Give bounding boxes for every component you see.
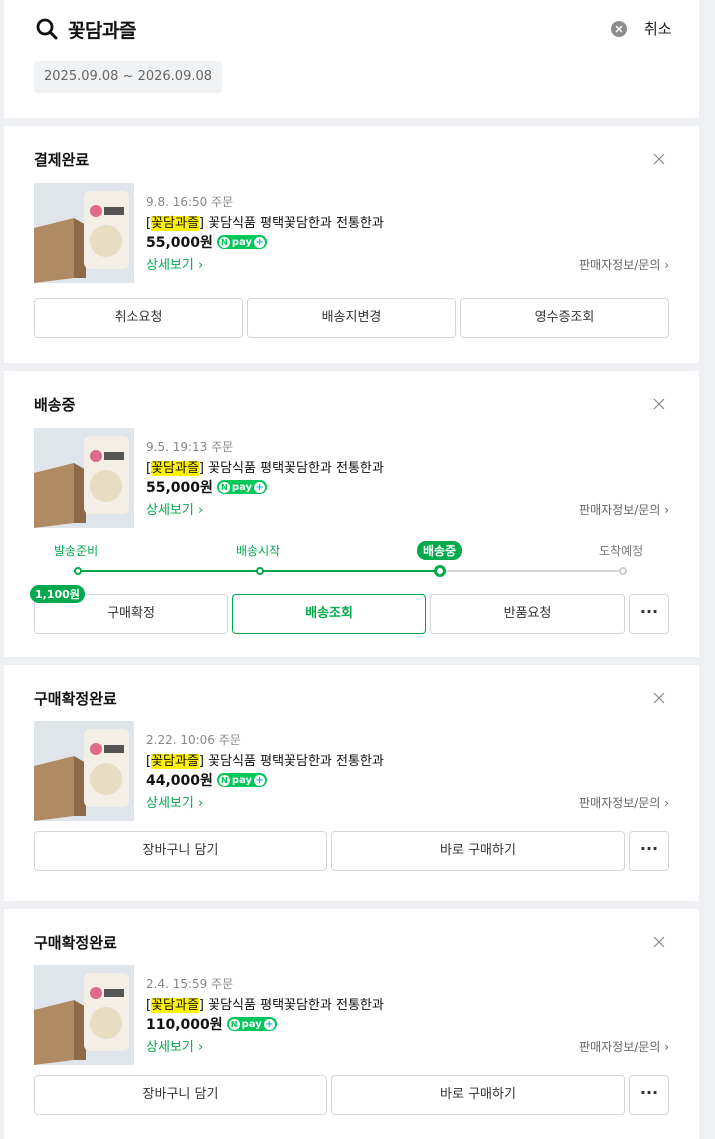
track-delivery-button[interactable]: 배송조회 xyxy=(232,594,426,634)
add-to-cart-button[interactable]: 장바구니 담기 xyxy=(34,1075,327,1115)
progress-step-ready: 발송준비 xyxy=(54,544,99,558)
buy-now-button[interactable]: 바로 구매하기 xyxy=(331,831,625,871)
seller-info-link[interactable]: 판매자정보/문의 › xyxy=(579,1038,669,1055)
seller-info-link[interactable]: 판매자정보/문의 › xyxy=(579,501,669,518)
buy-now-button[interactable]: 바로 구매하기 xyxy=(331,1075,625,1115)
add-to-cart-button[interactable]: 장바구니 담기 xyxy=(34,831,327,871)
order-status: 결제완료 xyxy=(34,151,90,169)
more-options-button[interactable]: ··· xyxy=(629,831,669,871)
price-value: 55,000원 xyxy=(146,235,213,251)
product-title[interactable]: [꽃담과즐] 꽃담식품 평택꽃담한과 전통한과 xyxy=(146,750,384,769)
progress-dot-started xyxy=(256,567,264,575)
npay-n-icon: N xyxy=(228,1018,240,1030)
npay-text: pay xyxy=(241,1018,262,1030)
receipt-button[interactable]: 영수증조회 xyxy=(460,298,669,338)
progress-step-arrival: 도착예정 xyxy=(599,544,644,558)
detail-link[interactable]: 상세보기 › xyxy=(146,254,203,273)
order-status: 구매확정완료 xyxy=(34,934,117,952)
npay-plus-icon: + xyxy=(254,774,266,786)
close-icon[interactable] xyxy=(653,692,665,704)
search-header: 꽃담과즐 취소 2025.09.08 ~ 2026.09.08 xyxy=(4,0,699,118)
close-icon[interactable] xyxy=(653,936,665,948)
cancel-request-button[interactable]: 취소요청 xyxy=(34,298,243,338)
detail-link[interactable]: 상세보기 › xyxy=(146,792,203,811)
detail-link[interactable]: 상세보기 › xyxy=(146,1036,203,1055)
order-card: 구매확정완료 2.22. 10:06 주문 [꽃담과즐] 꽃담식품 평택꽃담한과… xyxy=(4,665,699,901)
product-price: 110,000원 Npay + xyxy=(146,1014,277,1034)
seller-info-link[interactable]: 판매자정보/문의 › xyxy=(579,256,669,273)
brand-highlight: 꽃담과즐 xyxy=(151,998,199,1013)
search-query[interactable]: 꽃담과즐 xyxy=(68,16,136,43)
product-name: 꽃담식품 평택꽃담한과 전통한과 xyxy=(204,461,384,476)
close-icon[interactable] xyxy=(653,153,665,165)
progress-step-started: 배송시작 xyxy=(236,544,281,558)
progress-dot-ready xyxy=(74,567,82,575)
npay-badge: Npay + xyxy=(216,480,268,494)
date-range-filter[interactable]: 2025.09.08 ~ 2026.09.08 xyxy=(34,61,223,93)
more-options-button[interactable]: ··· xyxy=(629,594,669,634)
npay-text: pay xyxy=(231,774,253,786)
product-name: 꽃담식품 평택꽃담한과 전통한과 xyxy=(204,754,384,769)
order-card: 구매확정완료 2.4. 15:59 주문 [꽃담과즐] 꽃담식품 평택꽃담한과 … xyxy=(4,909,699,1139)
order-time: 9.5. 19:13 주문 xyxy=(146,440,234,454)
brand-highlight: 꽃담과즐 xyxy=(151,461,199,476)
order-card: 결제완료 9.8. 16:50 주문 [꽃담과즐] 꽃담식품 평택꽃담한과 전통… xyxy=(4,126,699,363)
reward-badge: 1,100원 xyxy=(30,585,85,603)
brand-highlight: 꽃담과즐 xyxy=(151,754,199,769)
product-thumbnail[interactable] xyxy=(34,428,134,528)
clear-icon[interactable] xyxy=(611,21,627,37)
progress-step-current: 배송중 xyxy=(417,541,463,560)
progress-track-remaining xyxy=(440,570,623,572)
product-price: 44,000원 Npay + xyxy=(146,770,268,790)
search-icon[interactable] xyxy=(35,17,59,41)
npay-badge: Npay + xyxy=(216,235,268,249)
order-time: 2.22. 10:06 주문 xyxy=(146,733,241,747)
price-value: 110,000원 xyxy=(146,1017,223,1033)
npay-n-icon: N xyxy=(218,481,230,493)
price-value: 44,000원 xyxy=(146,773,213,789)
product-thumbnail[interactable] xyxy=(34,183,134,283)
detail-link[interactable]: 상세보기 › xyxy=(146,499,203,518)
change-address-button[interactable]: 배송지변경 xyxy=(247,298,456,338)
npay-n-icon: N xyxy=(218,774,230,786)
order-status: 배송중 xyxy=(34,396,76,414)
npay-text: pay xyxy=(231,236,253,248)
product-name: 꽃담식품 평택꽃담한과 전통한과 xyxy=(204,216,384,231)
product-price: 55,000원 Npay + xyxy=(146,232,268,252)
product-price: 55,000원 Npay + xyxy=(146,477,268,497)
product-name: 꽃담식품 평택꽃담한과 전통한과 xyxy=(204,998,384,1013)
return-request-button[interactable]: 반품요청 xyxy=(430,594,625,634)
npay-plus-icon: + xyxy=(254,236,266,248)
product-title[interactable]: [꽃담과즐] 꽃담식품 평택꽃담한과 전통한과 xyxy=(146,994,384,1013)
product-title[interactable]: [꽃담과즐] 꽃담식품 평택꽃담한과 전통한과 xyxy=(146,212,384,231)
npay-n-icon: N xyxy=(218,236,230,248)
price-value: 55,000원 xyxy=(146,480,213,496)
order-time: 2.4. 15:59 주문 xyxy=(146,977,234,991)
cancel-button[interactable]: 취소 xyxy=(644,18,672,39)
progress-dot-arrival xyxy=(619,567,627,575)
seller-info-link[interactable]: 판매자정보/문의 › xyxy=(579,794,669,811)
close-icon[interactable] xyxy=(653,398,665,410)
product-thumbnail[interactable] xyxy=(34,721,134,821)
product-title[interactable]: [꽃담과즐] 꽃담식품 평택꽃담한과 전통한과 xyxy=(146,457,384,476)
order-card: 배송중 9.5. 19:13 주문 [꽃담과즐] 꽃담식품 평택꽃담한과 전통한… xyxy=(4,371,699,657)
more-options-button[interactable]: ··· xyxy=(629,1075,669,1115)
order-status: 구매확정완료 xyxy=(34,690,117,708)
progress-dot-current xyxy=(434,565,446,577)
npay-plus-icon: + xyxy=(263,1018,275,1030)
order-time: 9.8. 16:50 주문 xyxy=(146,195,234,209)
npay-text: pay xyxy=(231,481,253,493)
brand-highlight: 꽃담과즐 xyxy=(151,216,199,231)
npay-badge: Npay + xyxy=(216,773,268,787)
product-thumbnail[interactable] xyxy=(34,965,134,1065)
npay-badge: Npay + xyxy=(226,1017,277,1031)
npay-plus-icon: + xyxy=(254,481,266,493)
